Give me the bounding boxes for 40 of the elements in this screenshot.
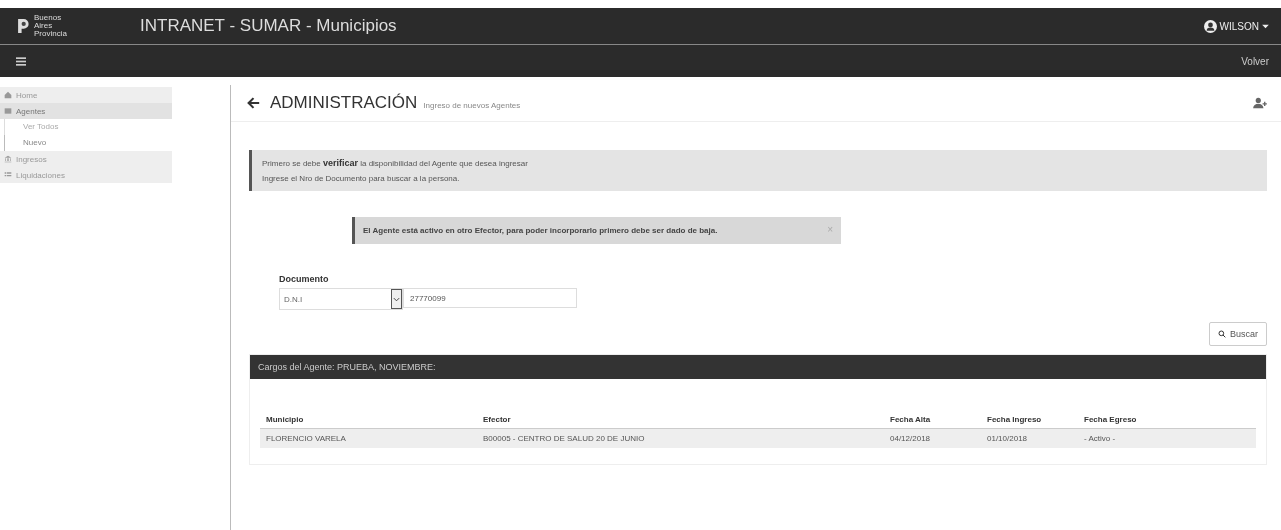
table-cell: - Activo - [1078, 428, 1256, 448]
user-menu[interactable]: WILSON [1203, 19, 1269, 33]
sidebar-item[interactable]: Liquidaciones [0, 167, 172, 183]
sidebar-subitem[interactable]: Ver Todos [4, 119, 172, 135]
document-type-select[interactable]: D.N.I [279, 288, 403, 310]
app-title: INTRANET - SUMAR - Municipios [140, 16, 397, 36]
search-icon [1218, 330, 1226, 338]
page-subtitle: Ingreso de nuevos Agentes [423, 100, 521, 110]
alert-text: El Agente está activo en otro Efector, para poder incorporarlo primero debe ser dado de baja. [363, 226, 719, 235]
panel-title: Cargos del Agente: PRUEBA, NOVIEMBRE: [258, 362, 436, 372]
field-label: Documento [279, 274, 330, 284]
back-link[interactable]: Volver [1241, 55, 1269, 67]
logo: Buenos Aires Provincia [16, 14, 112, 38]
back-arrow-icon[interactable] [247, 97, 260, 109]
sidebar-item[interactable]: Agentes [0, 103, 172, 119]
home-icon [4, 91, 12, 99]
sidebar-item[interactable]: Ingresos [0, 151, 172, 167]
column-header: Efector [477, 411, 884, 429]
column-header: Fecha Ingreso [981, 411, 1078, 429]
page-title: ADMINISTRACIÓN [270, 93, 418, 113]
info-text: Primero se debe verificar la disponibilidad del Agente que desea ingresar [262, 158, 529, 168]
caret-icon [391, 289, 402, 309]
bank-icon [4, 155, 12, 163]
folder-icon [4, 107, 12, 115]
info-text: Ingrese el Nro de Documento para buscar a la persona. [262, 174, 461, 183]
column-header: Municipio [260, 411, 477, 429]
table-cell: FLORENCIO VARELA [260, 428, 477, 448]
sidebar-item[interactable]: Home [0, 87, 172, 103]
table-cell: 01/10/2018 [981, 428, 1078, 448]
user-icon [1203, 19, 1217, 33]
list-icon [4, 171, 12, 179]
document-number-field[interactable]: 27770099 [403, 288, 577, 308]
column-header: Fecha Egreso [1078, 411, 1256, 429]
table-cell: B00005 - CENTRO DE SALUD 20 DE JUNIO [477, 428, 884, 448]
column-header: Fecha Alta [884, 411, 981, 429]
table-cell: 04/12/2018 [884, 428, 981, 448]
add-user-icon[interactable] [1253, 97, 1267, 109]
search-button[interactable]: Buscar [1209, 322, 1267, 346]
menu-icon[interactable] [16, 56, 26, 66]
caret-icon [1262, 23, 1269, 29]
